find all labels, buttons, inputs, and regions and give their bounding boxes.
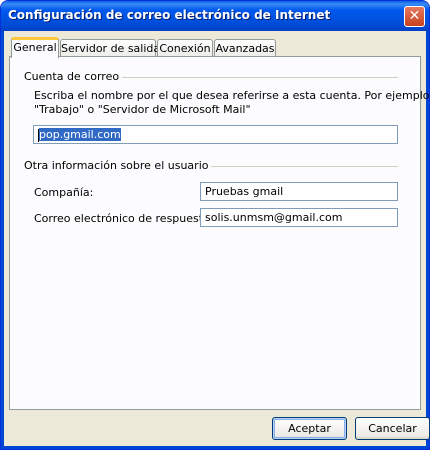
account-description-line2: "Trabajo" o "Servidor de Microsoft Mail" [34, 103, 251, 116]
ok-button[interactable]: Aceptar [272, 417, 347, 440]
tab-advanced-label: Avanzadas [215, 42, 275, 55]
company-label: Compañía: [34, 186, 94, 199]
reply-email-value: solis.unmsm@gmail.com [205, 211, 343, 224]
user-group-title: Otra información sobre el usuario [24, 159, 212, 172]
close-button[interactable]: ✕ [404, 6, 425, 27]
reply-email-label: Correo electrónico de respuesta: [34, 212, 214, 225]
account-name-input[interactable]: pop.gmail.com [33, 125, 398, 144]
close-icon: ✕ [408, 8, 421, 24]
cancel-button[interactable]: Cancelar [355, 417, 430, 440]
company-input[interactable]: Pruebas gmail [200, 182, 398, 201]
account-name-value: pop.gmail.com [39, 128, 121, 141]
window-title: Configuración de correo electrónico de I… [8, 8, 331, 22]
general-tab-panel: Cuenta de correo Escriba el nombre por e… [9, 56, 430, 410]
tab-general[interactable]: General [11, 37, 59, 58]
reply-email-input[interactable]: solis.unmsm@gmail.com [200, 208, 398, 227]
tab-general-label: General [13, 41, 57, 54]
ok-button-label: Aceptar [288, 422, 331, 435]
title-bar[interactable]: Configuración de correo electrónico de I… [1, 1, 429, 31]
account-description-line1: Escriba el nombre por el que desea refer… [34, 89, 430, 102]
tab-outgoing-server-label: Servidor de salida [61, 42, 161, 55]
account-group-title: Cuenta de correo [24, 70, 123, 83]
cancel-button-label: Cancelar [368, 422, 417, 435]
company-value: Pruebas gmail [205, 185, 284, 198]
tab-connection-label: Conexión [159, 42, 211, 55]
